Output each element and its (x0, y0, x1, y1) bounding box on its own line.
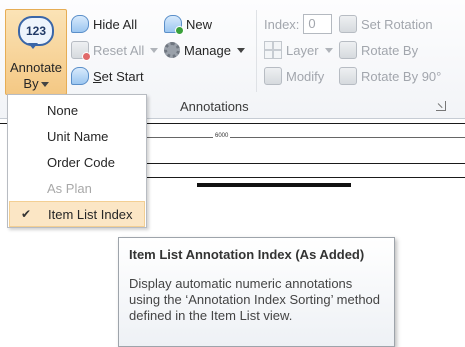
dialog-launcher-icon[interactable] (436, 101, 446, 111)
set-start-button[interactable]: Set Start (71, 66, 144, 86)
reset-annotations-icon (71, 41, 91, 61)
set-rotation-button[interactable]: Set Rotation (339, 14, 433, 34)
numbered-annotation-icon: 123 (18, 16, 54, 46)
index-control: Index: 0 (264, 14, 333, 34)
rotate-by-button[interactable]: Rotate By (339, 40, 418, 60)
reset-all-label: Reset All (93, 42, 145, 58)
layer-button[interactable]: Layer (264, 40, 333, 60)
set-start-icon (71, 67, 89, 85)
modify-button[interactable]: Modify (264, 66, 324, 86)
drawing-line (147, 177, 465, 178)
rotate-by-90-label: Rotate By 90° (361, 68, 442, 84)
modify-label: Modify (286, 68, 325, 84)
dimension-line (147, 137, 465, 138)
rotate-by-90-button[interactable]: Rotate By 90° (339, 66, 441, 86)
index-label: Index: (264, 16, 300, 32)
set-rotation-label: Set Rotation (361, 16, 433, 32)
rotate-by-label: Rotate By (361, 42, 419, 58)
menu-item-order-code[interactable]: Order Code (9, 149, 145, 175)
chevron-down-icon (324, 47, 333, 53)
checkmark-icon: ✔ (21, 207, 32, 221)
chevron-down-icon (150, 47, 159, 53)
rotation-icon (339, 15, 357, 33)
menu-item-unit-name[interactable]: Unit Name (9, 123, 145, 149)
wall-segment (197, 183, 351, 187)
layer-icon (264, 41, 282, 59)
new-annotation-icon (164, 15, 184, 35)
tooltip: Item List Annotation Index (As Added) Di… (118, 237, 395, 347)
set-start-label: Set Start (93, 68, 144, 84)
callout-tail (28, 43, 38, 49)
annotations-group-label: Annotations (180, 99, 249, 114)
modify-icon (264, 67, 282, 85)
drawing-line (147, 163, 465, 164)
ribbon-separator (256, 10, 257, 92)
rotate-icon (339, 41, 357, 59)
menu-item-as-plan: As Plan (47, 180, 92, 196)
manage-label: Manage (184, 42, 231, 58)
new-label: New (186, 16, 213, 32)
chevron-down-icon (236, 47, 245, 53)
tooltip-title: Item List Annotation Index (As Added) (129, 247, 365, 262)
manage-button[interactable]: Manage (164, 40, 245, 60)
dimension-label: 6000 (213, 133, 231, 139)
reset-all-button[interactable]: Reset All (71, 40, 159, 61)
hide-all-button[interactable]: Hide All (71, 14, 137, 34)
new-button[interactable]: New (164, 14, 213, 35)
annotate-by-menu: None Unit Name Order Code As Plan ✔ Item… (7, 94, 147, 228)
gear-icon (164, 42, 180, 58)
layer-label: Layer (286, 42, 319, 58)
hide-annotations-icon (71, 15, 89, 33)
rotate-90-icon (339, 67, 357, 85)
menu-item-item-list-index[interactable]: ✔ Item List Index (9, 201, 145, 227)
annotate-by-button[interactable]: 123 Annotate By (5, 9, 67, 95)
index-input[interactable]: 0 (303, 14, 333, 34)
annotate-by-label-line2: By (6, 76, 66, 91)
hide-all-label: Hide All (93, 16, 138, 32)
menu-item-none[interactable]: None (9, 97, 145, 123)
tooltip-body: Display automatic numeric annotations us… (129, 276, 381, 323)
annotate-by-label-line1: Annotate (9, 60, 63, 75)
chevron-down-icon (40, 82, 49, 88)
